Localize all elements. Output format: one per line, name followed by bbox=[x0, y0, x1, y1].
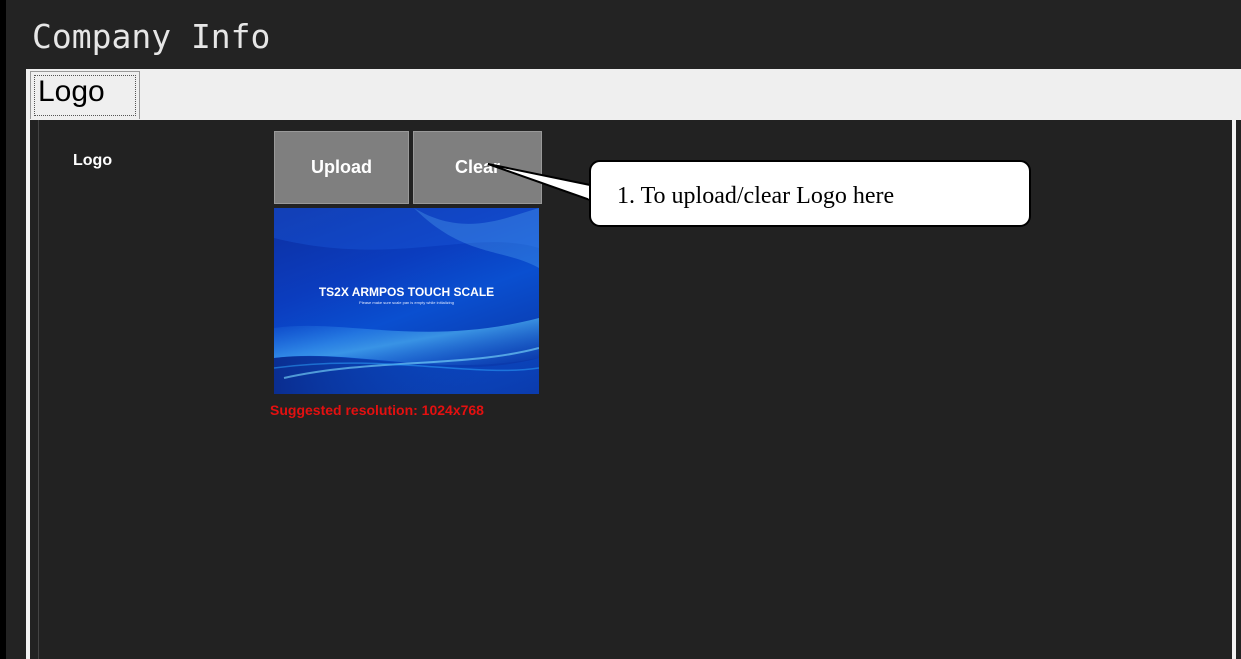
tab-strip bbox=[26, 69, 1241, 120]
resolution-note: Suggested resolution: 1024x768 bbox=[270, 402, 484, 418]
app-window: Company Info Logo Logo Upload Clear TS2X… bbox=[0, 0, 1241, 659]
page-title: Company Info bbox=[32, 17, 271, 56]
callout-text: 1. To upload/clear Logo here bbox=[617, 183, 895, 209]
logo-preview-image: TS2X ARMPOS TOUCH SCALE Please make sure… bbox=[274, 208, 539, 394]
preview-subtitle: Please make sure scale pan is empty whil… bbox=[359, 300, 454, 305]
tab-logo-label[interactable]: Logo bbox=[38, 77, 105, 107]
upload-button[interactable]: Upload bbox=[274, 131, 409, 204]
clear-button[interactable]: Clear bbox=[413, 131, 542, 204]
preview-title: TS2X ARMPOS TOUCH SCALE bbox=[318, 285, 495, 299]
logo-field-label: Logo bbox=[73, 152, 113, 169]
